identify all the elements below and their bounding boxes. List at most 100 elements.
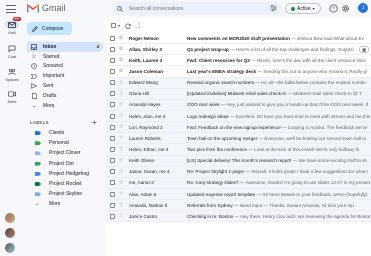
email-row[interactable]: ☆ Lauren Roberts Town hall on the upcoming… [106,133,371,145]
label-item[interactable]: Project Clover [27,148,103,158]
row-checkbox[interactable] [110,113,115,119]
star-icon[interactable]: ☆ [118,158,124,164]
add-label-icon[interactable]: + [92,118,97,127]
email-row[interactable]: ☆ Jason Coleman Last year's EMEA strategy … [106,66,371,78]
star-icon[interactable]: ☆ [118,213,124,219]
star-icon[interactable]: ☆ [118,191,124,197]
email-snippet: — We have some exciting stuff to sh [291,158,368,164]
row-checkbox[interactable] [110,213,115,219]
row-checkbox[interactable] [110,202,115,208]
star-icon[interactable]: ☆ [118,80,124,86]
email-row[interactable]: ☆ Jason, Susan, me 4 Re: Project Skylight … [106,166,371,178]
search-input[interactable] [129,5,269,12]
labels-more[interactable]: ⌄ More [27,199,103,209]
email-row[interactable]: ☆ Amanda Hayes OOO next week — Hey, just w… [106,99,371,111]
email-row[interactable]: ☆ Keith, Lauren 3 Fwd: Client resources fo… [106,55,371,67]
email-row[interactable]: ☆ Janice Castro Checking in re: Boston — H… [106,211,371,223]
calendar-attachment-icon[interactable]: ▦ [359,46,369,54]
chevron-down-icon[interactable]: ▾ [118,23,120,28]
row-checkbox[interactable] [110,158,115,164]
help-icon[interactable]: ? [329,4,338,13]
nav-starred[interactable]: ☆ Starred [27,52,103,62]
star-icon[interactable]: ☆ [118,57,124,63]
contact-avatar[interactable] [5,228,15,238]
star-icon[interactable]: ☆ [118,35,124,41]
row-checkbox[interactable] [110,135,115,141]
email-row[interactable]: ☆ Alan, Adam 6 Updated expense report temp… [106,188,371,201]
rail-mail[interactable]: 99+ Mail [0,17,24,35]
star-icon[interactable]: ☆ [118,169,124,175]
contact-avatar[interactable] [5,213,15,223]
email-row[interactable]: ☆ me, Aaron 3 Re: Corp strategy slides? — … [106,177,371,189]
main-menu-icon[interactable] [6,5,16,13]
email-preview: New comments on MCR2020 draft presentati… [187,36,371,41]
star-icon[interactable]: ☆ [118,135,124,141]
star-icon[interactable]: ☆ [118,202,124,208]
account-avatar[interactable]: J [358,3,368,13]
email-row[interactable]: ☆ Edward Wang Revised organic search numbe… [106,77,371,89]
row-checkbox[interactable] [110,35,115,41]
row-checkbox[interactable] [110,191,115,197]
gmail-logo[interactable]: Gmail [27,3,66,13]
email-row[interactable]: ☆ Helen, Ethan, me 4 Two pics from the con… [106,144,371,156]
label-item[interactable]: Project Hedgehog [27,169,103,179]
email-subject: Logo redesign ideas [187,113,229,119]
search-bar[interactable] [112,2,282,15]
email-sender: Keith, Lauren 3 [129,57,163,63]
email-row[interactable]: ☆ Roger Nelson New comments on MCR2020 dra… [106,33,371,45]
label-tag-icon [35,151,41,156]
label-item[interactable]: Project Rocket [27,179,103,189]
email-row[interactable]: ☆ Amanda, Nathan 5 Referrals from Sydney —… [106,200,371,212]
search-options-icon[interactable] [270,5,277,11]
email-row[interactable]: ☆ Keith Obrien [UX] Special delivery! This… [106,155,371,167]
star-icon[interactable]: ☆ [118,146,124,152]
status-dropdown[interactable]: Active ▾ [285,3,321,14]
email-row[interactable]: ☆ Lori, Raymond 2 Fwd: Feedback on the new… [106,122,371,134]
label-item[interactable]: Project Dot [27,159,103,169]
rail-meet[interactable]: Meet [0,89,24,104]
more-options-icon[interactable]: ⋮ [136,23,142,29]
row-checkbox[interactable] [110,169,115,175]
star-icon[interactable]: ☆ [118,113,124,119]
label-item[interactable]: Project Skyline [27,189,103,199]
row-checkbox[interactable] [110,46,115,52]
compose-button[interactable]: Compose [27,22,72,35]
row-checkbox[interactable] [110,180,115,186]
rail-spaces[interactable]: Spaces [0,67,24,82]
rail-chat[interactable]: Chat [0,44,24,59]
row-checkbox[interactable] [110,68,115,74]
label-tag-icon [35,161,41,166]
star-icon[interactable]: ☆ [118,46,124,52]
star-icon[interactable]: ☆ [118,68,124,74]
email-row[interactable]: ☆ Helen, Alan, me 3 Logo redesign ideas — … [106,110,371,123]
email-row[interactable]: ☆ Allan, Shirley 3 Q1 project wrap-up — He… [106,44,371,56]
row-checkbox[interactable] [110,80,115,86]
nav-sent[interactable]: Sent [27,81,103,91]
email-row[interactable]: ☆ Gloria Hill [Updated invitation] Midwest… [106,88,371,100]
row-checkbox[interactable] [110,124,115,130]
nav-important[interactable]: Important [27,71,103,81]
email-sender: Helen, Alan, me 3 [129,113,166,119]
settings-gear-icon[interactable] [341,4,350,13]
labels-heading: LABELS [30,120,49,125]
label-item[interactable]: Personal [27,138,103,148]
pencil-icon [32,25,38,32]
row-checkbox[interactable] [110,102,115,108]
star-icon[interactable]: ☆ [118,180,124,186]
nav-drafts[interactable]: Drafts [27,91,103,101]
star-icon[interactable]: ☆ [118,102,124,108]
contact-avatar[interactable] [5,243,15,253]
label-item[interactable]: Clients [27,128,103,138]
nav-snoozed[interactable]: Snoozed [27,62,103,72]
row-checkbox[interactable] [110,91,115,97]
refresh-icon[interactable] [125,23,131,29]
star-icon[interactable]: ☆ [118,124,124,130]
row-checkbox[interactable] [110,146,115,152]
nav-more[interactable]: ⌄ More [27,101,103,111]
select-all-checkbox[interactable] [111,23,116,28]
chevron-down-icon: ⌄ [35,201,40,208]
star-icon[interactable]: ☆ [118,91,124,97]
nav-inbox[interactable]: Inbox 4 [27,42,103,52]
search-icon[interactable] [117,5,123,12]
row-checkbox[interactable] [110,57,115,63]
